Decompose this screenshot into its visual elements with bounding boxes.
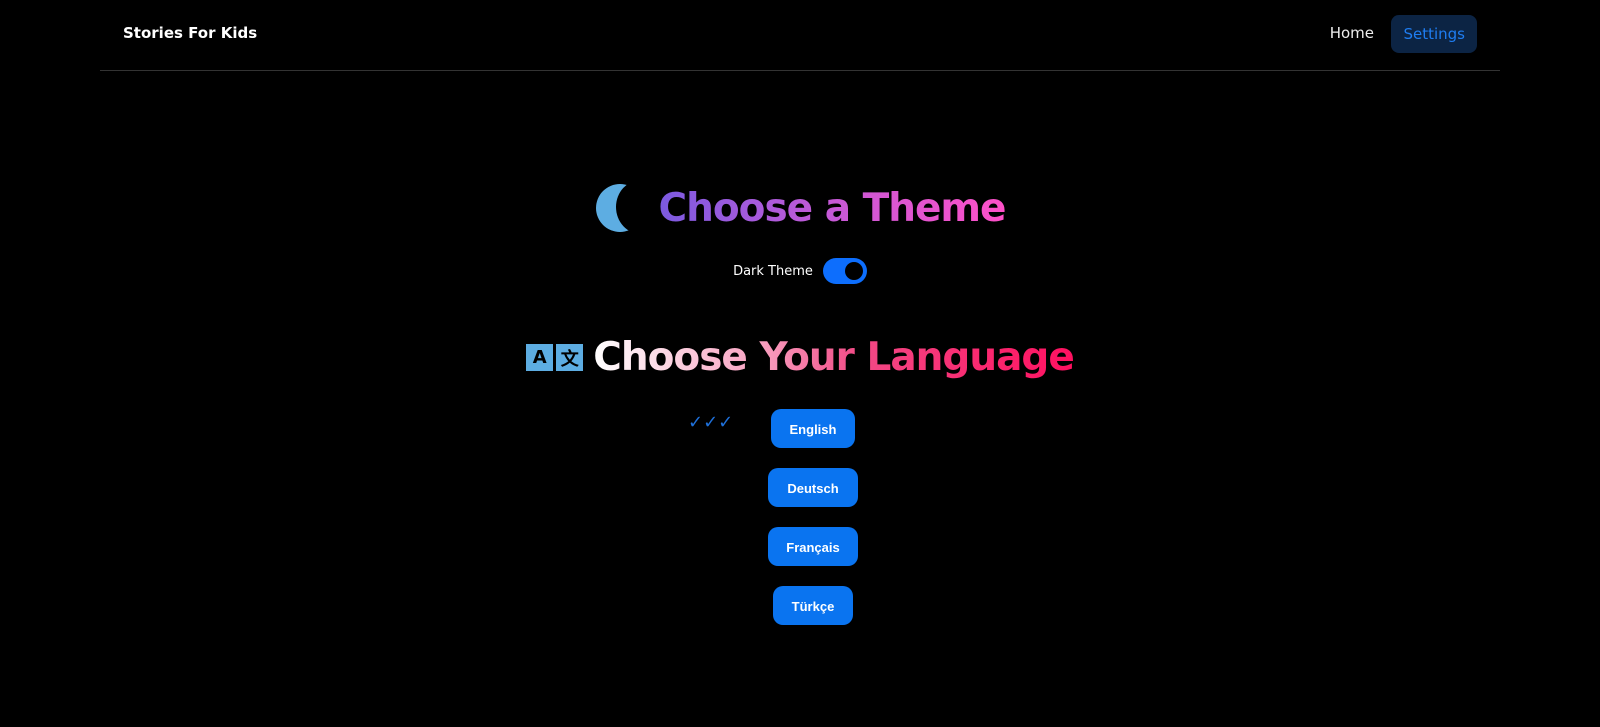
language-english-button[interactable]: English (771, 409, 855, 448)
language-heading: A 文 Choose Your Language (0, 335, 1600, 380)
language-deutsch-button[interactable]: Deutsch (768, 468, 858, 507)
translate-icon-glyph: 文 (556, 344, 584, 371)
language-title: Choose Your Language (593, 335, 1074, 380)
language-francais-button[interactable]: Français (768, 527, 858, 566)
language-title-part1: Choose (593, 335, 760, 380)
theme-toggle-row: Dark Theme (0, 258, 1600, 284)
nav-settings-link[interactable]: Settings (1391, 15, 1477, 53)
translate-icon: A 文 (526, 344, 584, 371)
toggle-knob (844, 262, 863, 280)
nav-home-link[interactable]: Home (1330, 24, 1374, 42)
language-turkce-button[interactable]: Türkçe (773, 586, 853, 625)
dark-theme-label: Dark Theme (733, 263, 813, 279)
language-title-part2: Your Language (759, 335, 1074, 380)
translate-icon-a: A (526, 344, 554, 371)
brand-link[interactable]: Stories For Kids (123, 24, 257, 42)
navbar: Stories For Kids Home Settings (100, 0, 1500, 71)
selected-checkmarks: ✓✓✓ (688, 412, 734, 433)
theme-title: Choose a Theme (658, 185, 1006, 231)
moon-icon (594, 183, 637, 233)
theme-heading: Choose a Theme (0, 183, 1600, 233)
dark-theme-toggle[interactable] (822, 258, 867, 284)
